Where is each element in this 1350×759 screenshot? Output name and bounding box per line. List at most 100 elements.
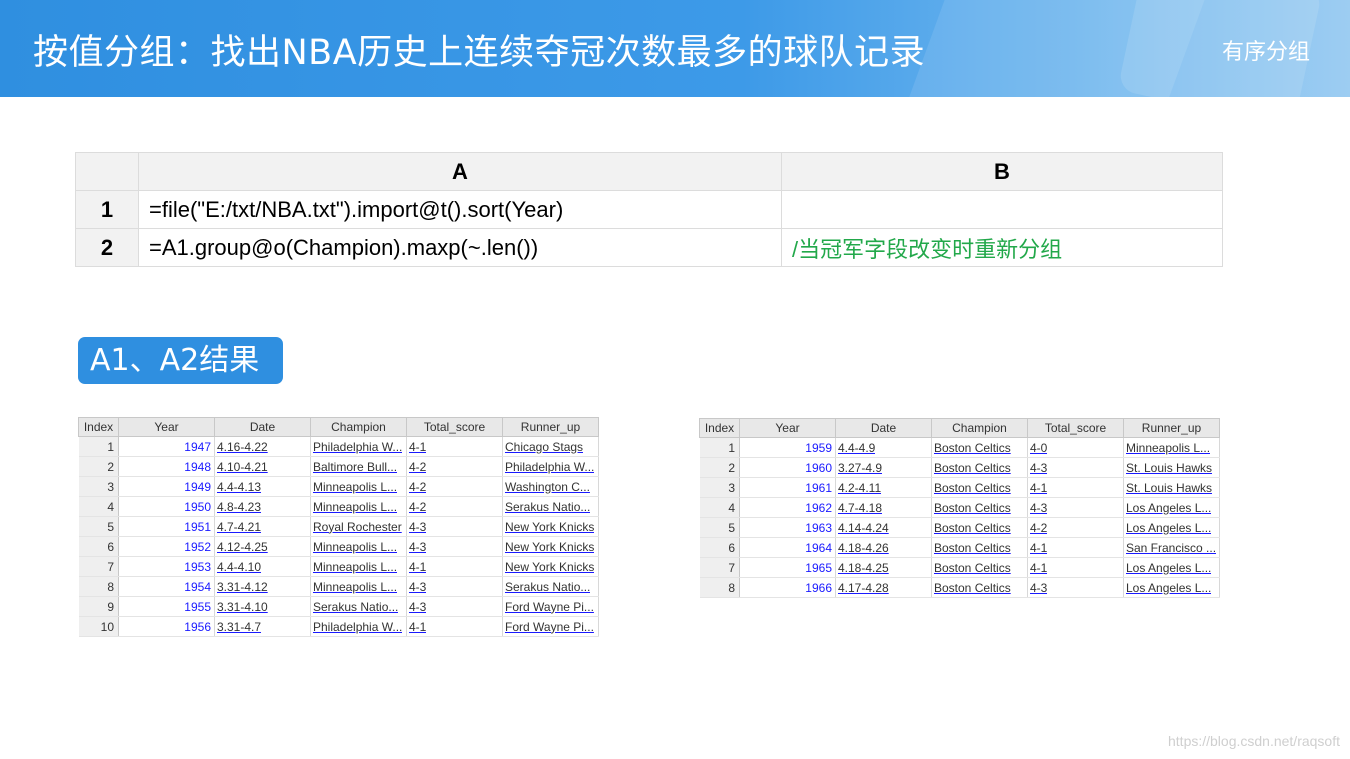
- runner-up-cell[interactable]: Los Angeles L...: [1123, 557, 1220, 578]
- score-cell[interactable]: 4-3: [1027, 577, 1124, 598]
- runner-up-cell[interactable]: Minneapolis L...: [1123, 437, 1220, 458]
- year-cell[interactable]: 1947: [118, 436, 215, 457]
- cell-link[interactable]: Ford Wayne Pi...: [505, 620, 594, 634]
- table-row[interactable]: 3 1961 4.2-4.11 Boston Celtics 4-1 St. Louis …: [699, 477, 1220, 498]
- date-cell[interactable]: 4.8-4.23: [214, 496, 311, 517]
- cell-link[interactable]: 4-1: [409, 620, 426, 634]
- cell-link[interactable]: Philadelphia W...: [505, 460, 594, 474]
- score-cell[interactable]: 4-3: [1027, 497, 1124, 518]
- score-cell[interactable]: 4-3: [406, 516, 503, 537]
- champion-cell[interactable]: Minneapolis L...: [310, 476, 407, 497]
- score-cell[interactable]: 4-0: [1027, 437, 1124, 458]
- cell-link[interactable]: Minneapolis L...: [313, 480, 397, 494]
- year-cell[interactable]: 1963: [739, 517, 836, 538]
- cell-link[interactable]: Minneapolis L...: [1126, 441, 1210, 455]
- cell-link[interactable]: 4-1: [409, 440, 426, 454]
- column-header-index[interactable]: Index: [78, 417, 119, 437]
- champion-cell[interactable]: Royal Rochester: [310, 516, 407, 537]
- cell-a1[interactable]: =file("E:/txt/NBA.txt").import@t().sort(…: [138, 190, 782, 229]
- index-cell[interactable]: 10: [78, 616, 119, 637]
- date-cell[interactable]: 4.18-4.26: [835, 537, 932, 558]
- champion-cell[interactable]: Minneapolis L...: [310, 496, 407, 517]
- cell-link[interactable]: Baltimore Bull...: [313, 460, 397, 474]
- cell-link[interactable]: Ford Wayne Pi...: [505, 600, 594, 614]
- cell-link[interactable]: 3.31-4.7: [217, 620, 261, 634]
- cell-link[interactable]: Los Angeles L...: [1126, 501, 1211, 515]
- index-cell[interactable]: 5: [699, 517, 740, 538]
- cell-link[interactable]: 4.8-4.23: [217, 500, 261, 514]
- table-row[interactable]: 4 1950 4.8-4.23 Minneapolis L... 4-2 Serakus …: [78, 496, 599, 517]
- cell-link[interactable]: 4-3: [1030, 581, 1047, 595]
- cell-link[interactable]: 4-0: [1030, 441, 1047, 455]
- cell-link[interactable]: Minneapolis L...: [313, 500, 397, 514]
- index-cell[interactable]: 8: [78, 576, 119, 597]
- cell-link[interactable]: Los Angeles L...: [1126, 521, 1211, 535]
- year-cell[interactable]: 1962: [739, 497, 836, 518]
- cell-link[interactable]: 4-3: [409, 540, 426, 554]
- table-row[interactable]: 4 1962 4.7-4.18 Boston Celtics 4-3 Los Angele…: [699, 497, 1220, 518]
- year-cell[interactable]: 1949: [118, 476, 215, 497]
- year-cell[interactable]: 1961: [739, 477, 836, 498]
- table-row[interactable]: 2 1948 4.10-4.21 Baltimore Bull... 4-2 Philad…: [78, 456, 599, 477]
- cell-link[interactable]: 4.16-4.22: [217, 440, 268, 454]
- cell-link[interactable]: New York Knicks: [505, 540, 594, 554]
- column-header-index[interactable]: Index: [699, 418, 740, 438]
- column-header-date[interactable]: Date: [214, 417, 311, 437]
- runner-up-cell[interactable]: San Francisco ...: [1123, 537, 1220, 558]
- cell-link[interactable]: 3.31-4.10: [217, 600, 268, 614]
- year-cell[interactable]: 1966: [739, 577, 836, 598]
- cell-link[interactable]: Serakus Natio...: [505, 500, 590, 514]
- cell-link[interactable]: 4.4-4.13: [217, 480, 261, 494]
- cell-link[interactable]: Serakus Natio...: [313, 600, 398, 614]
- year-cell[interactable]: 1959: [739, 437, 836, 458]
- date-cell[interactable]: 4.17-4.28: [835, 577, 932, 598]
- champion-cell[interactable]: Minneapolis L...: [310, 556, 407, 577]
- index-cell[interactable]: 5: [78, 516, 119, 537]
- date-cell[interactable]: 3.31-4.10: [214, 596, 311, 617]
- score-cell[interactable]: 4-2: [406, 496, 503, 517]
- champion-cell[interactable]: Minneapolis L...: [310, 576, 407, 597]
- column-header-total-score[interactable]: Total_score: [406, 417, 503, 437]
- index-cell[interactable]: 9: [78, 596, 119, 617]
- champion-cell[interactable]: Boston Celtics: [931, 577, 1028, 598]
- runner-up-cell[interactable]: New York Knicks: [502, 516, 599, 537]
- index-cell[interactable]: 7: [78, 556, 119, 577]
- cell-link[interactable]: 3.31-4.12: [217, 580, 268, 594]
- index-cell[interactable]: 7: [699, 557, 740, 578]
- cell-link[interactable]: St. Louis Hawks: [1126, 481, 1212, 495]
- table-row[interactable]: 9 1955 3.31-4.10 Serakus Natio... 4-3 Ford Wa…: [78, 596, 599, 617]
- runner-up-cell[interactable]: Ford Wayne Pi...: [502, 616, 599, 637]
- cell-link[interactable]: 4-2: [409, 480, 426, 494]
- date-cell[interactable]: 4.18-4.25: [835, 557, 932, 578]
- year-cell[interactable]: 1965: [739, 557, 836, 578]
- column-header-date[interactable]: Date: [835, 418, 932, 438]
- champion-cell[interactable]: Baltimore Bull...: [310, 456, 407, 477]
- champion-cell[interactable]: Boston Celtics: [931, 457, 1028, 478]
- runner-up-cell[interactable]: St. Louis Hawks: [1123, 457, 1220, 478]
- index-cell[interactable]: 1: [699, 437, 740, 458]
- score-cell[interactable]: 4-2: [1027, 517, 1124, 538]
- cell-link[interactable]: St. Louis Hawks: [1126, 461, 1212, 475]
- score-cell[interactable]: 4-1: [406, 556, 503, 577]
- cell-link[interactable]: Los Angeles L...: [1126, 581, 1211, 595]
- cell-link[interactable]: Philadelphia W...: [313, 440, 402, 454]
- cell-link[interactable]: 4.14-4.24: [838, 521, 889, 535]
- cell-link[interactable]: Boston Celtics: [934, 561, 1011, 575]
- champion-cell[interactable]: Serakus Natio...: [310, 596, 407, 617]
- cell-link[interactable]: 4.18-4.25: [838, 561, 889, 575]
- date-cell[interactable]: 4.14-4.24: [835, 517, 932, 538]
- date-cell[interactable]: 3.27-4.9: [835, 457, 932, 478]
- table-row[interactable]: 7 1965 4.18-4.25 Boston Celtics 4-1 Los Angel…: [699, 557, 1220, 578]
- column-header-year[interactable]: Year: [739, 418, 836, 438]
- cell-link[interactable]: 4.10-4.21: [217, 460, 268, 474]
- index-cell[interactable]: 2: [78, 456, 119, 477]
- year-cell[interactable]: 1951: [118, 516, 215, 537]
- cell-link[interactable]: 4.4-4.9: [838, 441, 875, 455]
- year-cell[interactable]: 1955: [118, 596, 215, 617]
- cell-link[interactable]: 3.27-4.9: [838, 461, 882, 475]
- score-cell[interactable]: 4-1: [1027, 557, 1124, 578]
- cell-link[interactable]: Boston Celtics: [934, 521, 1011, 535]
- cell-link[interactable]: 4.7-4.18: [838, 501, 882, 515]
- score-cell[interactable]: 4-2: [406, 476, 503, 497]
- date-cell[interactable]: 4.2-4.11: [835, 477, 932, 498]
